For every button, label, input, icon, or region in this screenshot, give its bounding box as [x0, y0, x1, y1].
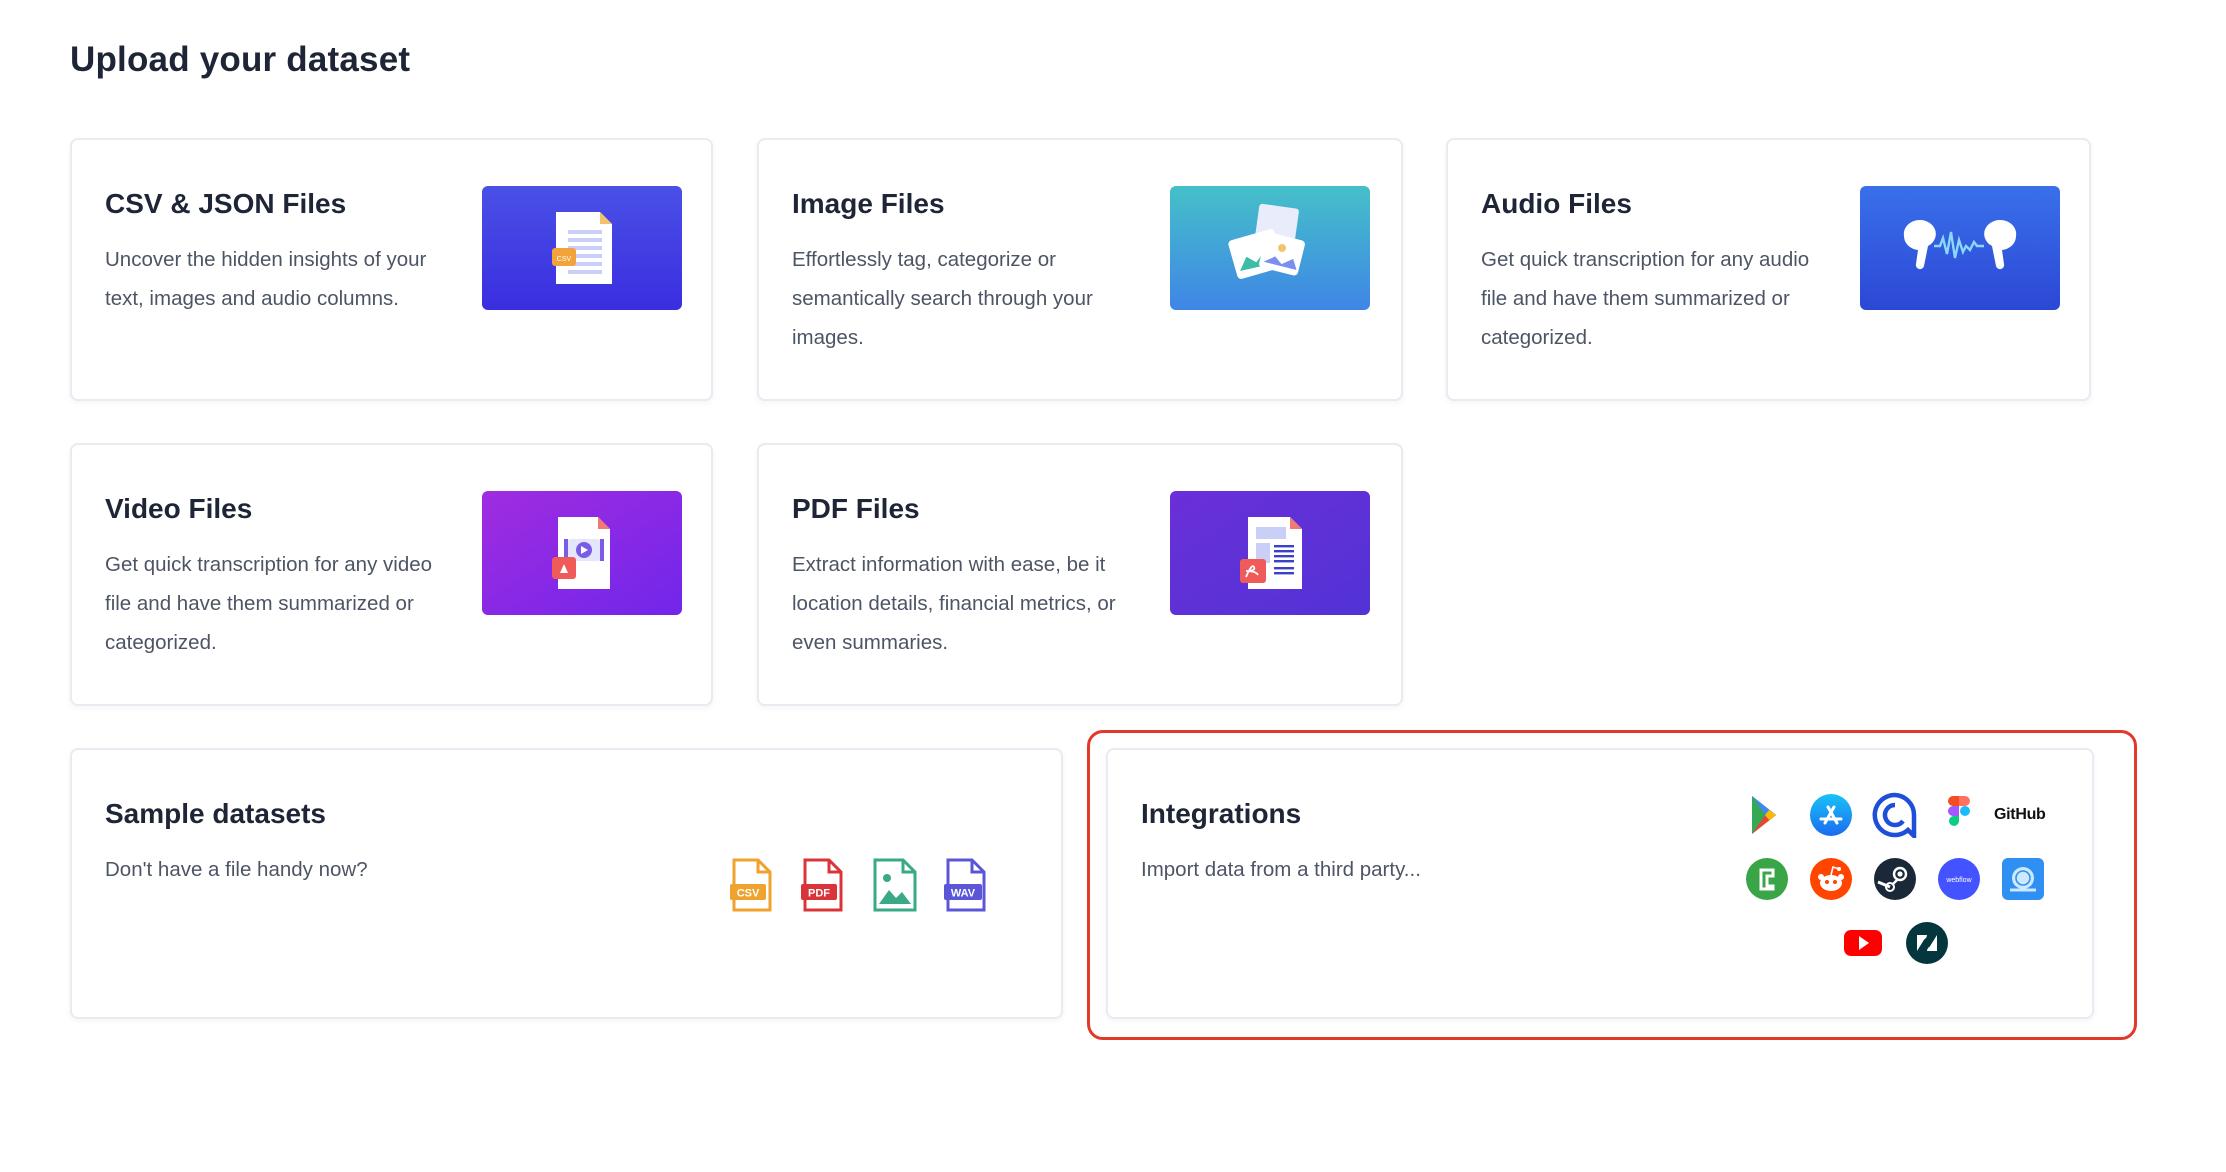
image-files-card[interactable]: Image Files Effortlessly tag, categorize… [757, 138, 1403, 401]
pdf-files-card[interactable]: PDF Files Extract information with ease,… [757, 443, 1403, 706]
audio-thumbnail [1860, 186, 2060, 310]
sample-datasets-card[interactable]: Sample datasets Don't have a file handy … [70, 748, 1063, 1019]
card-description: Extract information with ease, be it loc… [792, 553, 1116, 654]
csv-file-icon[interactable]: CSV [728, 858, 776, 912]
sample-file-icons: CSV PDF WAV [728, 858, 1008, 914]
csv-file-label: CSV [737, 888, 760, 900]
wav-file-icon[interactable]: WAV [942, 858, 990, 912]
svg-text:CSV: CSV [557, 256, 572, 263]
pdf-thumbnail [1170, 491, 1370, 615]
page-title: Upload your dataset [70, 40, 411, 79]
csv-thumbnail: CSV [482, 186, 682, 310]
card-title: PDF Files [792, 493, 920, 524]
figma-icon[interactable] [1936, 792, 1982, 838]
card-title: Video Files [105, 493, 253, 524]
youtube-icon[interactable] [1840, 920, 1886, 966]
integrations-card[interactable]: Integrations Import data from a third pa… [1106, 748, 2094, 1019]
green-app-icon[interactable] [1744, 856, 1790, 902]
pdf-file-label: PDF [808, 888, 830, 900]
integration-icons: GitHub webflow [1108, 750, 2092, 1017]
steam-icon[interactable] [1872, 856, 1918, 902]
webflow-icon[interactable]: webflow [1936, 856, 1982, 902]
card-description: Effortlessly tag, categorize or semantic… [792, 248, 1093, 349]
blue-globe-icon[interactable] [2000, 856, 2046, 902]
card-description: Uncover the hidden insights of your text… [105, 248, 427, 310]
csv-json-card[interactable]: CSV & JSON Files Uncover the hidden insi… [70, 138, 713, 401]
app-store-icon[interactable] [1808, 792, 1854, 838]
image-thumbnail [1170, 186, 1370, 310]
q-logo-icon[interactable] [1872, 792, 1918, 838]
video-thumbnail [482, 491, 682, 615]
video-files-card[interactable]: Video Files Get quick transcription for … [70, 443, 713, 706]
card-title: CSV & JSON Files [105, 188, 347, 219]
card-description: Get quick transcription for any video fi… [105, 553, 433, 654]
pdf-file-icon[interactable]: PDF [799, 858, 847, 912]
card-title: Audio Files [1481, 188, 1632, 219]
webflow-label: webflow [1945, 877, 1972, 884]
zendesk-icon[interactable] [1904, 920, 1950, 966]
card-title: Image Files [792, 188, 945, 219]
google-play-icon[interactable] [1744, 792, 1790, 838]
github-icon[interactable]: GitHub [1994, 806, 2046, 824]
audio-files-card[interactable]: Audio Files Get quick transcription for … [1446, 138, 2091, 401]
card-description: Don't have a file handy now? [105, 858, 368, 881]
reddit-icon[interactable] [1808, 856, 1854, 902]
wav-file-label: WAV [951, 888, 976, 900]
card-title: Sample datasets [105, 798, 326, 829]
card-description: Get quick transcription for any audio fi… [1481, 248, 1810, 349]
image-file-icon[interactable] [871, 858, 919, 912]
upload-dataset-page: Upload your dataset CSV & JSON Files Unc… [0, 0, 2226, 1172]
